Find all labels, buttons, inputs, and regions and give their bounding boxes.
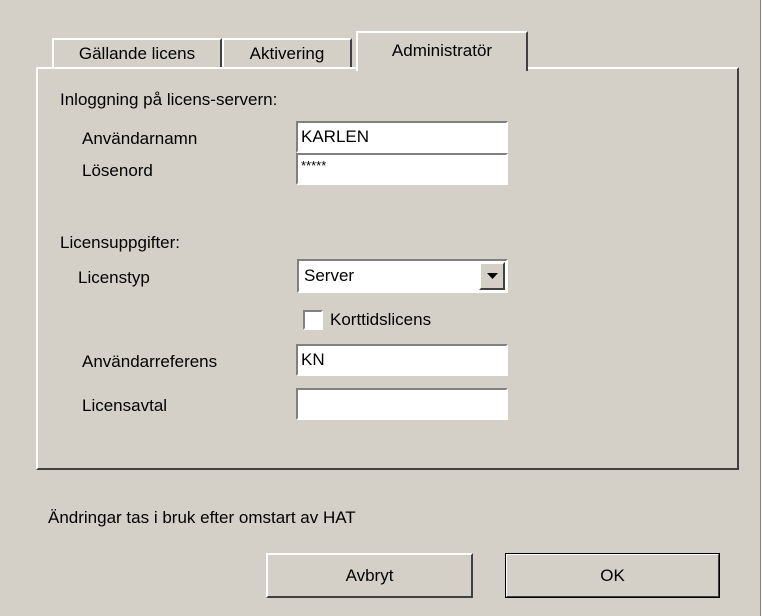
tab-label: Aktivering <box>249 44 325 63</box>
short-term-label[interactable]: Korttidslicens <box>330 310 431 330</box>
password-field[interactable]: ***** <box>296 153 508 185</box>
tab-label: Administratör <box>391 41 493 60</box>
tab-administrator[interactable]: Administratör <box>356 31 528 71</box>
user-reference-field[interactable] <box>296 344 508 376</box>
login-heading: Inloggning på licens-servern: <box>60 90 278 109</box>
agreement-label: Licensavtal <box>82 396 168 415</box>
user-reference-label: Användarreferens <box>82 352 218 371</box>
short-term-checkbox[interactable] <box>303 310 323 330</box>
ok-button[interactable]: OK <box>505 553 720 598</box>
license-type-select[interactable]: Server <box>297 259 508 293</box>
tab-label: Gällande licens <box>78 44 196 63</box>
chevron-down-icon <box>487 273 498 279</box>
license-type-label: Licenstyp <box>78 268 150 287</box>
username-field[interactable] <box>296 121 508 153</box>
agreement-field[interactable] <box>296 388 508 420</box>
tab-aktivering[interactable]: Aktivering <box>222 38 352 68</box>
license-heading: Licensuppgifter: <box>60 233 181 252</box>
restart-notice: Ändringar tas i bruk efter omstart av HA… <box>48 508 356 527</box>
username-label: Användarnamn <box>82 129 198 148</box>
license-type-value: Server <box>304 266 355 285</box>
tab-gallande-licens[interactable]: Gällande licens <box>52 38 222 68</box>
dropdown-button[interactable] <box>479 262 505 290</box>
cancel-button[interactable]: Avbryt <box>266 553 473 598</box>
password-label: Lösenord <box>82 161 153 180</box>
